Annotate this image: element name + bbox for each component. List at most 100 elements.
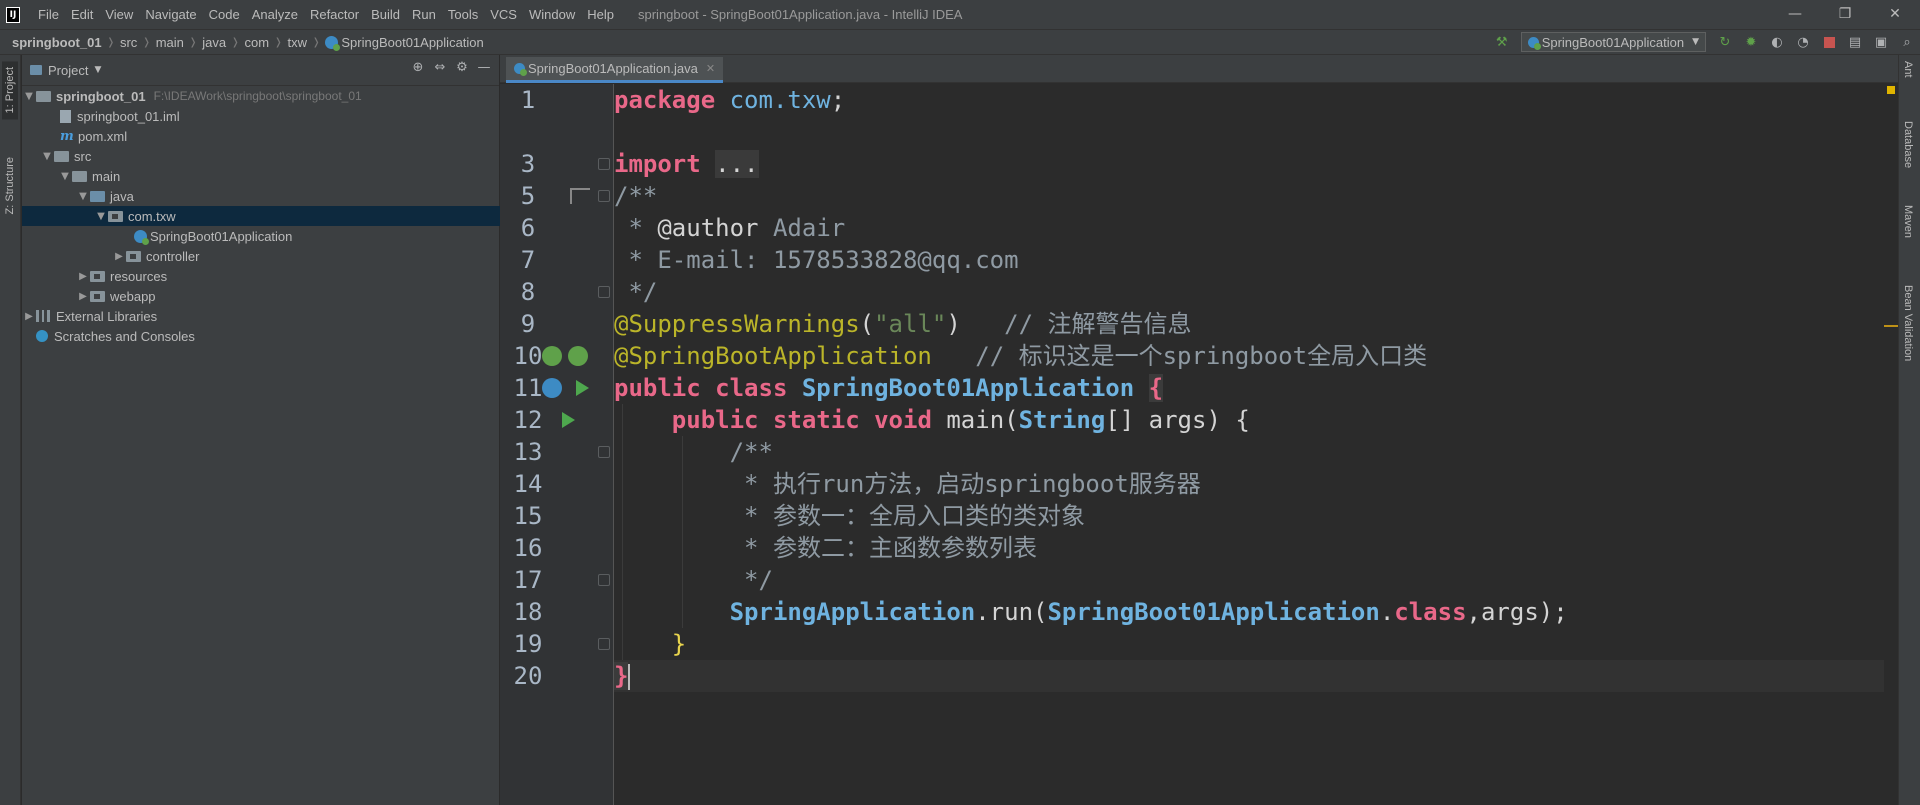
doc-render-icon[interactable] [570, 188, 590, 204]
token-keyword: public [671, 406, 759, 434]
breadcrumb-separator-icon: ❭ [188, 36, 198, 48]
database-tool-tab[interactable]: Database [1902, 121, 1914, 168]
menu-tools[interactable]: Tools [442, 0, 484, 29]
coverage-icon[interactable]: ◐ [1768, 33, 1786, 51]
code-line-20: } [614, 660, 1898, 692]
run-class-icon[interactable] [576, 380, 589, 396]
expanded-arrow-icon[interactable]: ▼ [58, 171, 72, 182]
menu-navigate[interactable]: Navigate [139, 0, 202, 29]
breadcrumb-src[interactable]: src [120, 35, 137, 50]
code-editor[interactable]: 1 3 5 6 7 8 9 10 11 12 13 14 15 16 17 18… [500, 84, 1898, 805]
expanded-arrow-icon[interactable]: ▼ [40, 151, 54, 162]
warning-marker-icon[interactable] [1887, 86, 1895, 94]
stop-icon[interactable] [1820, 33, 1838, 51]
run-configuration-select[interactable]: SpringBoot01Application ▼ [1520, 32, 1706, 52]
breadcrumb-class[interactable]: SpringBoot01Application [341, 35, 483, 50]
project-panel-title[interactable]: Project [48, 63, 88, 78]
tree-item-springboot-01[interactable]: ▼ springboot_01 F:\IDEAWork\springboot\s… [22, 86, 500, 106]
collapsed-arrow-icon[interactable]: ▶ [76, 291, 90, 302]
tree-item-iml[interactable]: springboot_01.iml [22, 106, 500, 126]
tree-item-label: controller [146, 248, 200, 264]
profile-icon[interactable]: ◔ [1794, 33, 1812, 51]
project-tool-tab[interactable]: 1: Project [2, 61, 18, 120]
collapse-all-icon[interactable]: ⇔ [429, 60, 451, 75]
code-line-8: */ [614, 276, 1898, 308]
tree-item-java[interactable]: ▼ java [22, 186, 500, 206]
fold-marker-icon[interactable] [598, 446, 610, 458]
menu-view[interactable]: View [99, 0, 139, 29]
tree-item-com-txw[interactable]: ▼ com.txw [22, 206, 500, 226]
token-class-name: SpringBoot01Application [801, 374, 1135, 402]
tree-item-pom[interactable]: m pom.xml [22, 126, 500, 146]
breadcrumb-separator-icon: ❭ [142, 36, 151, 48]
tree-item-scratches[interactable]: Scratches and Consoles [22, 326, 500, 346]
bean-search-icon[interactable] [542, 346, 562, 366]
run-main-icon[interactable] [562, 412, 575, 428]
expanded-arrow-icon[interactable]: ▼ [94, 211, 108, 222]
build-hammer-icon[interactable]: ⚒ [1493, 33, 1511, 51]
package-icon [126, 250, 141, 262]
project-panel-header: Project ▼ ⊕ ⇔ ⚙ — [22, 55, 499, 86]
spring-bean-icon[interactable] [568, 346, 588, 366]
breadcrumb-project[interactable]: springboot_01 [12, 35, 102, 50]
rerun-icon[interactable]: ↻ [1716, 33, 1734, 51]
hide-panel-icon[interactable]: — [473, 60, 495, 75]
tree-item-external-libraries[interactable]: ▶ External Libraries [22, 306, 500, 326]
locate-file-icon[interactable]: ⊕ [407, 60, 429, 75]
ant-tool-tab[interactable]: Ant [1902, 61, 1914, 78]
code-area[interactable]: package com.txw; import ... /** * @autho… [614, 84, 1898, 805]
collapsed-arrow-icon[interactable]: ▶ [112, 251, 126, 262]
spring-boot-run-icon[interactable] [542, 378, 562, 398]
tree-item-resources[interactable]: ▶ resources [22, 266, 500, 286]
close-button[interactable]: ✕ [1870, 0, 1920, 29]
token-comment: */ [729, 566, 773, 594]
menu-run[interactable]: Run [406, 0, 442, 29]
menu-analyze[interactable]: Analyze [246, 0, 304, 29]
editor-tab-springboot01application[interactable]: SpringBoot01Application.java ✕ [506, 57, 724, 83]
collapsed-arrow-icon[interactable]: ▶ [22, 311, 36, 322]
tree-item-label: External Libraries [56, 308, 158, 324]
search-icon[interactable]: ⌕ [1898, 33, 1916, 51]
menu-build[interactable]: Build [365, 0, 406, 29]
fold-marker-icon[interactable] [598, 158, 610, 170]
breadcrumb-java[interactable]: java [202, 35, 226, 50]
expanded-arrow-icon[interactable]: ▼ [76, 191, 90, 202]
code-line-12: public static void main(String[] args) { [614, 404, 1898, 436]
restore-button[interactable]: ❐ [1820, 0, 1870, 29]
tree-item-springboot01application[interactable]: SpringBoot01Application [22, 226, 500, 246]
menu-window[interactable]: Window [523, 0, 581, 29]
breadcrumb-com[interactable]: com [245, 35, 270, 50]
menu-vcs[interactable]: VCS [484, 0, 523, 29]
warning-stripe-mark[interactable] [1884, 325, 1898, 327]
gear-icon[interactable]: ⚙ [451, 60, 473, 75]
tree-item-controller[interactable]: ▶ controller [22, 246, 500, 266]
token-comment: * 执行run方法，启动springboot服务器 [729, 470, 1201, 498]
fold-marker-icon[interactable] [598, 286, 610, 298]
menu-code[interactable]: Code [203, 0, 246, 29]
project-structure-icon[interactable]: ▣ [1872, 33, 1890, 51]
menu-help[interactable]: Help [581, 0, 620, 29]
fold-marker-icon[interactable] [598, 638, 610, 650]
collapsed-arrow-icon[interactable]: ▶ [76, 271, 90, 282]
maven-tool-tab[interactable]: Maven [1902, 205, 1914, 238]
minimize-button[interactable]: — [1770, 0, 1820, 29]
fold-marker-icon[interactable] [598, 574, 610, 586]
error-stripe[interactable] [1884, 84, 1898, 805]
build-project-icon[interactable]: ▤ [1846, 33, 1864, 51]
tree-item-src[interactable]: ▼ src [22, 146, 500, 166]
chevron-down-icon[interactable]: ▼ [94, 65, 101, 75]
menu-edit[interactable]: Edit [65, 0, 99, 29]
structure-tool-tab[interactable]: Z: Structure [2, 151, 18, 220]
tree-item-main[interactable]: ▼ main [22, 166, 500, 186]
token-folded-imports[interactable]: ... [715, 150, 759, 178]
breadcrumb-txw[interactable]: txw [287, 35, 307, 50]
debug-icon[interactable]: ✹ [1742, 33, 1760, 51]
tree-item-webapp[interactable]: ▶ webapp [22, 286, 500, 306]
fold-marker-icon[interactable] [598, 190, 610, 202]
breadcrumb-main[interactable]: main [156, 35, 184, 50]
expanded-arrow-icon[interactable]: ▼ [22, 91, 36, 102]
menu-refactor[interactable]: Refactor [304, 0, 365, 29]
bean-validation-tool-tab[interactable]: Bean Validation [1902, 285, 1914, 361]
close-tab-icon[interactable]: ✕ [706, 62, 715, 75]
menu-file[interactable]: File [32, 0, 65, 29]
